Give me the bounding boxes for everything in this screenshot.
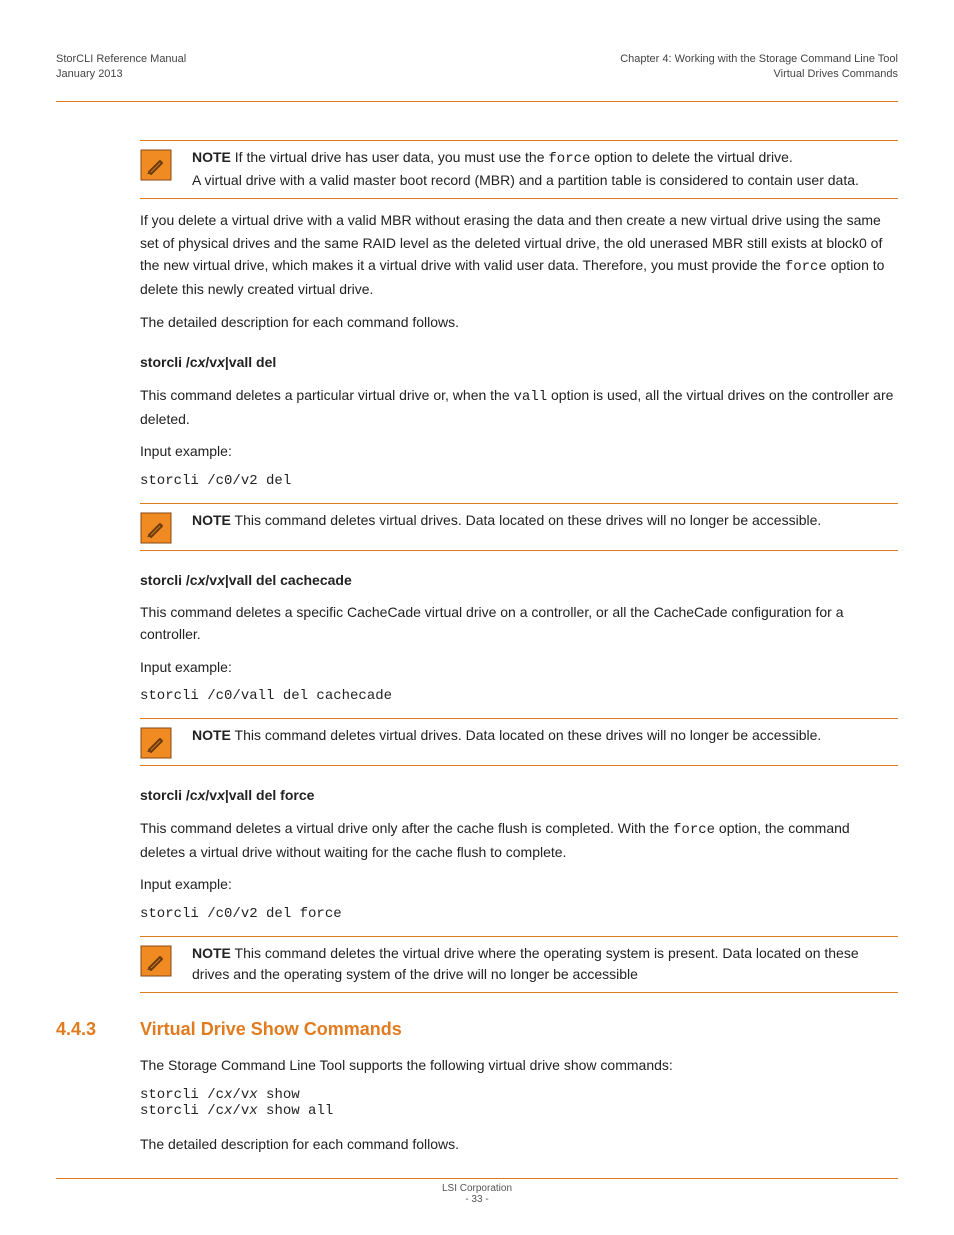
body-paragraph: The detailed description for each comman… (140, 311, 898, 333)
note-rule (140, 503, 898, 504)
input-example-label: Input example: (140, 656, 898, 678)
note-text: This command deletes the virtual drive w… (192, 945, 859, 983)
section-title: Virtual Drive Show Commands (140, 1019, 402, 1040)
note-block: NOTE This command deletes virtual drives… (140, 510, 898, 544)
body-paragraph: The Storage Command Line Tool supports t… (140, 1054, 898, 1076)
note-rule (140, 718, 898, 719)
inline-code: force (673, 822, 715, 838)
header-doc-title: StorCLI Reference Manual (56, 52, 186, 67)
inline-code: vall (514, 389, 548, 405)
note-block: NOTE If the virtual drive has user data,… (140, 147, 898, 192)
body-paragraph: This command deletes a specific CacheCad… (140, 601, 898, 646)
code-block: storcli /c0/vall del cachecade (140, 688, 898, 704)
body-paragraph: This command deletes a particular virtua… (140, 384, 898, 431)
command-heading: storcli /cx/vx|vall del cachecade (140, 569, 898, 591)
note-text: If the virtual drive has user data, you … (235, 149, 549, 165)
note-icon (140, 945, 176, 977)
page-header: StorCLI Reference Manual January 2013 Ch… (56, 52, 898, 83)
code-block: storcli /cx/vx show storcli /cx/vx show … (140, 1087, 898, 1119)
note-icon (140, 149, 176, 181)
code-block: storcli /c0/v2 del (140, 473, 898, 489)
section-heading: 4.4.3 Virtual Drive Show Commands (56, 1019, 898, 1040)
note-rule (140, 140, 898, 141)
note-label: NOTE (192, 149, 231, 165)
note-rule (140, 992, 898, 993)
header-rule (56, 101, 898, 102)
body-paragraph: The detailed description for each comman… (140, 1133, 898, 1155)
note-rule (140, 550, 898, 551)
note-icon (140, 512, 176, 544)
note-label: NOTE (192, 512, 231, 528)
note-block: NOTE This command deletes virtual drives… (140, 725, 898, 759)
note-text-line2: A virtual drive with a valid master boot… (192, 170, 898, 192)
note-text: This command deletes virtual drives. Dat… (235, 727, 822, 743)
page-footer: LSI Corporation - 33 - (56, 1178, 898, 1205)
note-rule (140, 936, 898, 937)
section-number: 4.4.3 (56, 1019, 140, 1040)
note-label: NOTE (192, 727, 231, 743)
command-heading: storcli /cx/vx|vall del (140, 351, 898, 373)
header-date: January 2013 (56, 67, 186, 82)
header-section: Virtual Drives Commands (620, 67, 898, 82)
header-chapter: Chapter 4: Working with the Storage Comm… (620, 52, 898, 67)
note-text: option to delete the virtual drive. (590, 149, 792, 165)
footer-pagenum: - 33 - (56, 1194, 898, 1205)
note-text: This command deletes virtual drives. Dat… (235, 512, 822, 528)
note-icon (140, 727, 176, 759)
footer-rule (56, 1178, 898, 1179)
note-rule (140, 765, 898, 766)
inline-code: force (548, 151, 590, 167)
footer-company: LSI Corporation (56, 1183, 898, 1194)
input-example-label: Input example: (140, 440, 898, 462)
code-block: storcli /c0/v2 del force (140, 906, 898, 922)
body-paragraph: If you delete a virtual drive with a val… (140, 209, 898, 301)
note-label: NOTE (192, 945, 231, 961)
command-heading: storcli /cx/vx|vall del force (140, 784, 898, 806)
note-rule (140, 198, 898, 199)
inline-code: force (785, 259, 827, 275)
note-block: NOTE This command deletes the virtual dr… (140, 943, 898, 986)
body-paragraph: This command deletes a virtual drive onl… (140, 817, 898, 864)
input-example-label: Input example: (140, 873, 898, 895)
